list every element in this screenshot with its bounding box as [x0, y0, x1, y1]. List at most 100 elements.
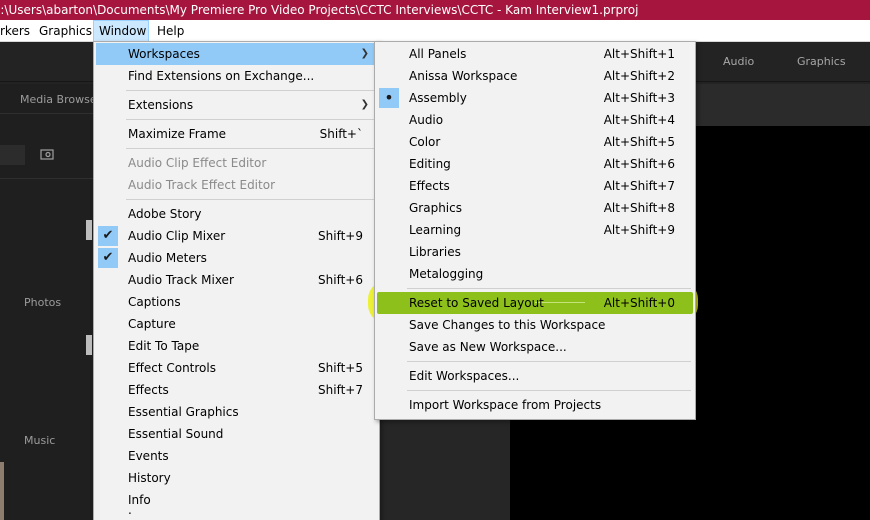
menu-item-shortcut: Shift+6: [318, 273, 363, 287]
save-as-new-workspace[interactable]: Save as New Workspace...: [377, 336, 693, 358]
menu-item-label: Save Changes to this Workspace: [409, 318, 606, 332]
menu-item-label: Reset to Saved Layout: [409, 296, 544, 310]
workspace-graphics[interactable]: Graphics Alt+Shift+8: [377, 197, 693, 219]
window-title: C:\Users\abarton\Documents\My Premiere P…: [0, 3, 639, 17]
workspace-learning[interactable]: Learning Alt+Shift+9: [377, 219, 693, 241]
menu-item-shortcut: Alt+Shift+4: [603, 113, 675, 127]
menu-item-extensions[interactable]: Extensions ❯: [96, 94, 377, 116]
menu-window[interactable]: Window: [93, 20, 149, 42]
menu-item-label: Audio Track Effect Editor: [128, 178, 275, 192]
workspace-editing[interactable]: Editing Alt+Shift+6: [377, 153, 693, 175]
menu-item-label: All Panels: [409, 47, 467, 61]
menu-item-label: Assembly: [409, 91, 467, 105]
menu-separator: [126, 148, 375, 149]
menu-item-label: Editing: [409, 157, 451, 171]
menu-item-label: Audio Meters: [128, 251, 207, 265]
bullet-icon: •: [379, 88, 399, 108]
menu-item-label: .: [128, 503, 132, 517]
menu-bar: rkers Graphics Window Help: [0, 20, 870, 42]
menu-item-label: Effect Controls: [128, 361, 216, 375]
menu-item-label: Audio Clip Mixer: [128, 229, 226, 243]
menu-item-events[interactable]: Events: [96, 445, 377, 467]
menu-item-label: Edit Workspaces...: [409, 369, 520, 383]
menu-item-label: Audio Track Mixer: [128, 273, 234, 287]
menu-item-audio-track-effect-editor: Audio Track Effect Editor: [96, 174, 377, 196]
menu-item-info[interactable]: Info: [96, 489, 377, 511]
import-workspace-from-projects[interactable]: Import Workspace from Projects: [377, 394, 693, 416]
menu-item-shortcut: Alt+Shift+0: [603, 296, 675, 310]
search-icon[interactable]: [40, 148, 56, 160]
workspace-audio[interactable]: Audio Alt+Shift+4: [377, 109, 693, 131]
window-menu: Workspaces ❯ Find Extensions on Exchange…: [93, 41, 380, 520]
menu-help[interactable]: Help: [152, 20, 189, 42]
menu-item-label: Audio Clip Effect Editor: [128, 156, 267, 170]
menu-item-adobe-story[interactable]: Adobe Story: [96, 203, 377, 225]
menu-item-label: Workspaces: [128, 47, 200, 61]
menu-item-label: Audio: [409, 113, 444, 127]
workspace-assembly[interactable]: • Assembly Alt+Shift+3: [377, 87, 693, 109]
menu-item-label: Extensions: [128, 98, 194, 112]
menu-separator: [407, 288, 691, 289]
reset-to-saved-layout[interactable]: Reset to Saved Layout Alt+Shift+0: [377, 292, 693, 314]
menu-item-label: Graphics: [409, 201, 462, 215]
scrollbar-thumb[interactable]: [86, 220, 92, 240]
menu-item-label: Essential Graphics: [128, 405, 239, 419]
menu-item-label: Color: [409, 135, 441, 149]
menu-item-audio-track-mixer[interactable]: Audio Track Mixer Shift+6: [96, 269, 377, 291]
menu-item-effect-controls[interactable]: Effect Controls Shift+5: [96, 357, 377, 379]
menu-item-shortcut: Alt+Shift+3: [603, 91, 675, 105]
folder-music[interactable]: Music: [24, 434, 55, 447]
menu-item-label: History: [128, 471, 171, 485]
menu-item-captions[interactable]: Captions: [96, 291, 377, 313]
media-thumbnail[interactable]: [0, 462, 4, 520]
menu-markers[interactable]: rkers: [0, 20, 35, 42]
menu-item-effects[interactable]: Effects Shift+7: [96, 379, 377, 401]
menu-separator: [126, 90, 375, 91]
monitor-header: [695, 84, 870, 126]
menu-graphics[interactable]: Graphics: [34, 20, 97, 42]
menu-item-audio-meters[interactable]: ✔ Audio Meters: [96, 247, 377, 269]
menu-item-label: Anissa Workspace: [409, 69, 518, 83]
menu-item-shortcut: Shift+7: [318, 383, 363, 397]
tab-audio[interactable]: Audio: [723, 55, 754, 68]
folder-photos[interactable]: Photos: [24, 296, 61, 309]
menu-item-shortcut: Alt+Shift+2: [603, 69, 675, 83]
menu-item-capture[interactable]: Capture: [96, 313, 377, 335]
menu-item-essential-sound[interactable]: Essential Sound: [96, 423, 377, 445]
menu-item-label: Events: [128, 449, 169, 463]
media-browser-tab[interactable]: Media Browse: [20, 93, 97, 106]
menu-item-truncated[interactable]: .: [96, 503, 377, 520]
panel-divider: [0, 113, 93, 114]
panel-background: [380, 420, 510, 520]
workspace-metalogging[interactable]: Metalogging: [377, 263, 693, 285]
menu-item-label: Adobe Story: [128, 207, 202, 221]
menu-item-maximize-frame[interactable]: Maximize Frame Shift+`: [96, 123, 377, 145]
edit-workspaces[interactable]: Edit Workspaces...: [377, 365, 693, 387]
menu-item-history[interactable]: History: [96, 467, 377, 489]
menu-item-find-extensions[interactable]: Find Extensions on Exchange...: [96, 65, 377, 87]
chevron-right-icon: ❯: [360, 48, 369, 59]
menu-separator: [407, 390, 691, 391]
menu-item-label: Find Extensions on Exchange...: [128, 69, 315, 83]
menu-item-audio-clip-mixer[interactable]: ✔ Audio Clip Mixer Shift+9: [96, 225, 377, 247]
checkmark-icon: ✔: [98, 248, 118, 268]
menu-item-label: Edit To Tape: [128, 339, 200, 353]
workspace-color[interactable]: Color Alt+Shift+5: [377, 131, 693, 153]
menu-item-shortcut: Alt+Shift+8: [603, 201, 675, 215]
search-folder-icon: [40, 149, 54, 160]
menu-item-essential-graphics[interactable]: Essential Graphics: [96, 401, 377, 423]
menu-item-workspaces[interactable]: Workspaces ❯: [96, 43, 377, 65]
workspace-effects[interactable]: Effects Alt+Shift+7: [377, 175, 693, 197]
workspace-libraries[interactable]: Libraries: [377, 241, 693, 263]
menu-item-label: Metalogging: [409, 267, 484, 281]
tab-graphics[interactable]: Graphics: [797, 55, 846, 68]
media-search-field[interactable]: [0, 145, 25, 165]
menu-item-shortcut: Shift+`: [319, 127, 363, 141]
menu-item-edit-to-tape[interactable]: Edit To Tape: [96, 335, 377, 357]
workspace-anissa[interactable]: Anissa Workspace Alt+Shift+2: [377, 65, 693, 87]
workspace-all-panels[interactable]: All Panels Alt+Shift+1: [377, 43, 693, 65]
scrollbar-thumb[interactable]: [86, 335, 92, 355]
menu-item-label: Import Workspace from Projects: [409, 398, 602, 412]
menu-item-label: Save as New Workspace...: [409, 340, 567, 354]
save-changes-to-workspace[interactable]: Save Changes to this Workspace: [377, 314, 693, 336]
